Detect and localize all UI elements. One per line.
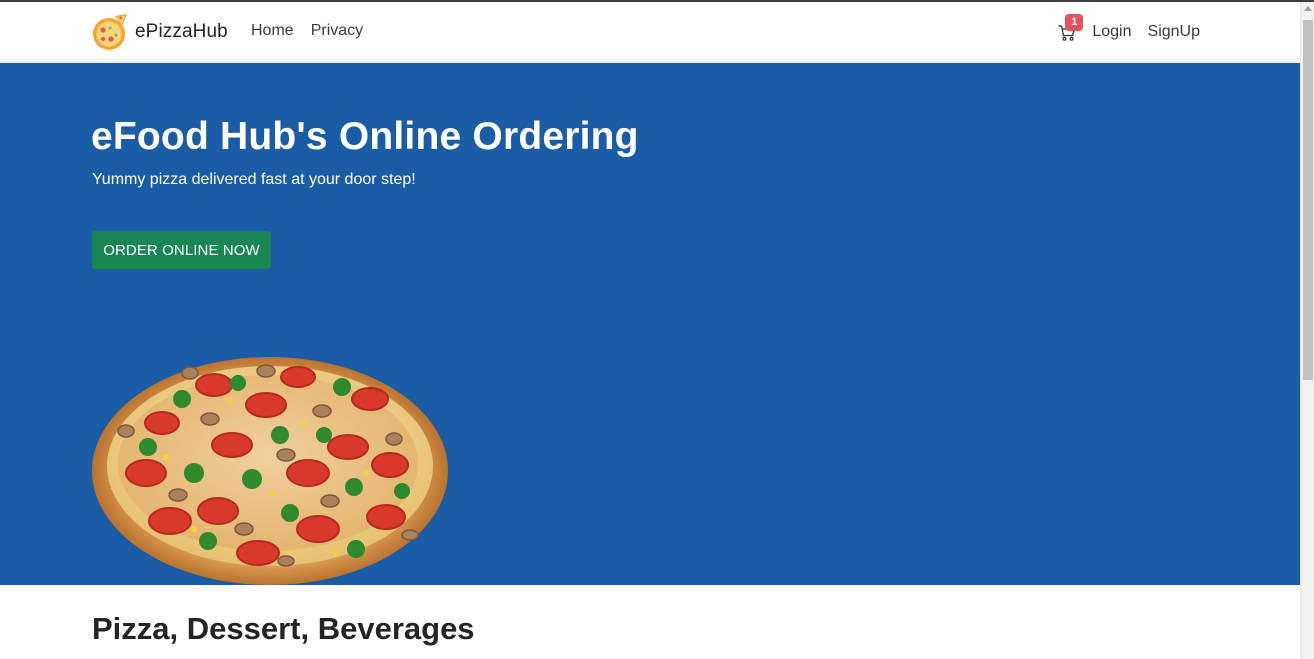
nav-actions: 1 Login SignUp <box>1058 14 1200 42</box>
brand-name: ePizzaHub <box>135 21 228 42</box>
order-online-button[interactable]: ORDER ONLINE NOW <box>92 231 271 269</box>
pizza-image <box>92 357 448 585</box>
nav-link-privacy[interactable]: Privacy <box>311 22 363 40</box>
page: ePizzaHub Home Privacy 1 Login SignUp eF… <box>0 2 1300 659</box>
hero-title: eFood Hub's Online Ordering <box>91 115 639 158</box>
cart-count-badge: 1 <box>1065 14 1084 31</box>
hero-banner: eFood Hub's Online Ordering Yummy pizza … <box>0 63 1300 585</box>
login-link[interactable]: Login <box>1092 23 1131 41</box>
nav-links: Home Privacy <box>251 22 363 40</box>
pizza-logo-icon <box>93 14 127 50</box>
scroll-up-arrow-icon[interactable] <box>1304 6 1312 11</box>
cart-button[interactable]: 1 <box>1058 14 1084 42</box>
section-title: Pizza, Dessert, Beverages <box>92 611 475 646</box>
hero-subtitle: Yummy pizza delivered fast at your door … <box>92 171 416 188</box>
nav-link-home[interactable]: Home <box>251 22 294 40</box>
navbar: ePizzaHub Home Privacy 1 Login SignUp <box>0 2 1300 63</box>
scroll-thumb[interactable] <box>1303 20 1313 380</box>
signup-link[interactable]: SignUp <box>1148 23 1200 41</box>
brand-link[interactable]: ePizzaHub <box>91 10 228 54</box>
scrollbar[interactable] <box>1300 2 1314 659</box>
